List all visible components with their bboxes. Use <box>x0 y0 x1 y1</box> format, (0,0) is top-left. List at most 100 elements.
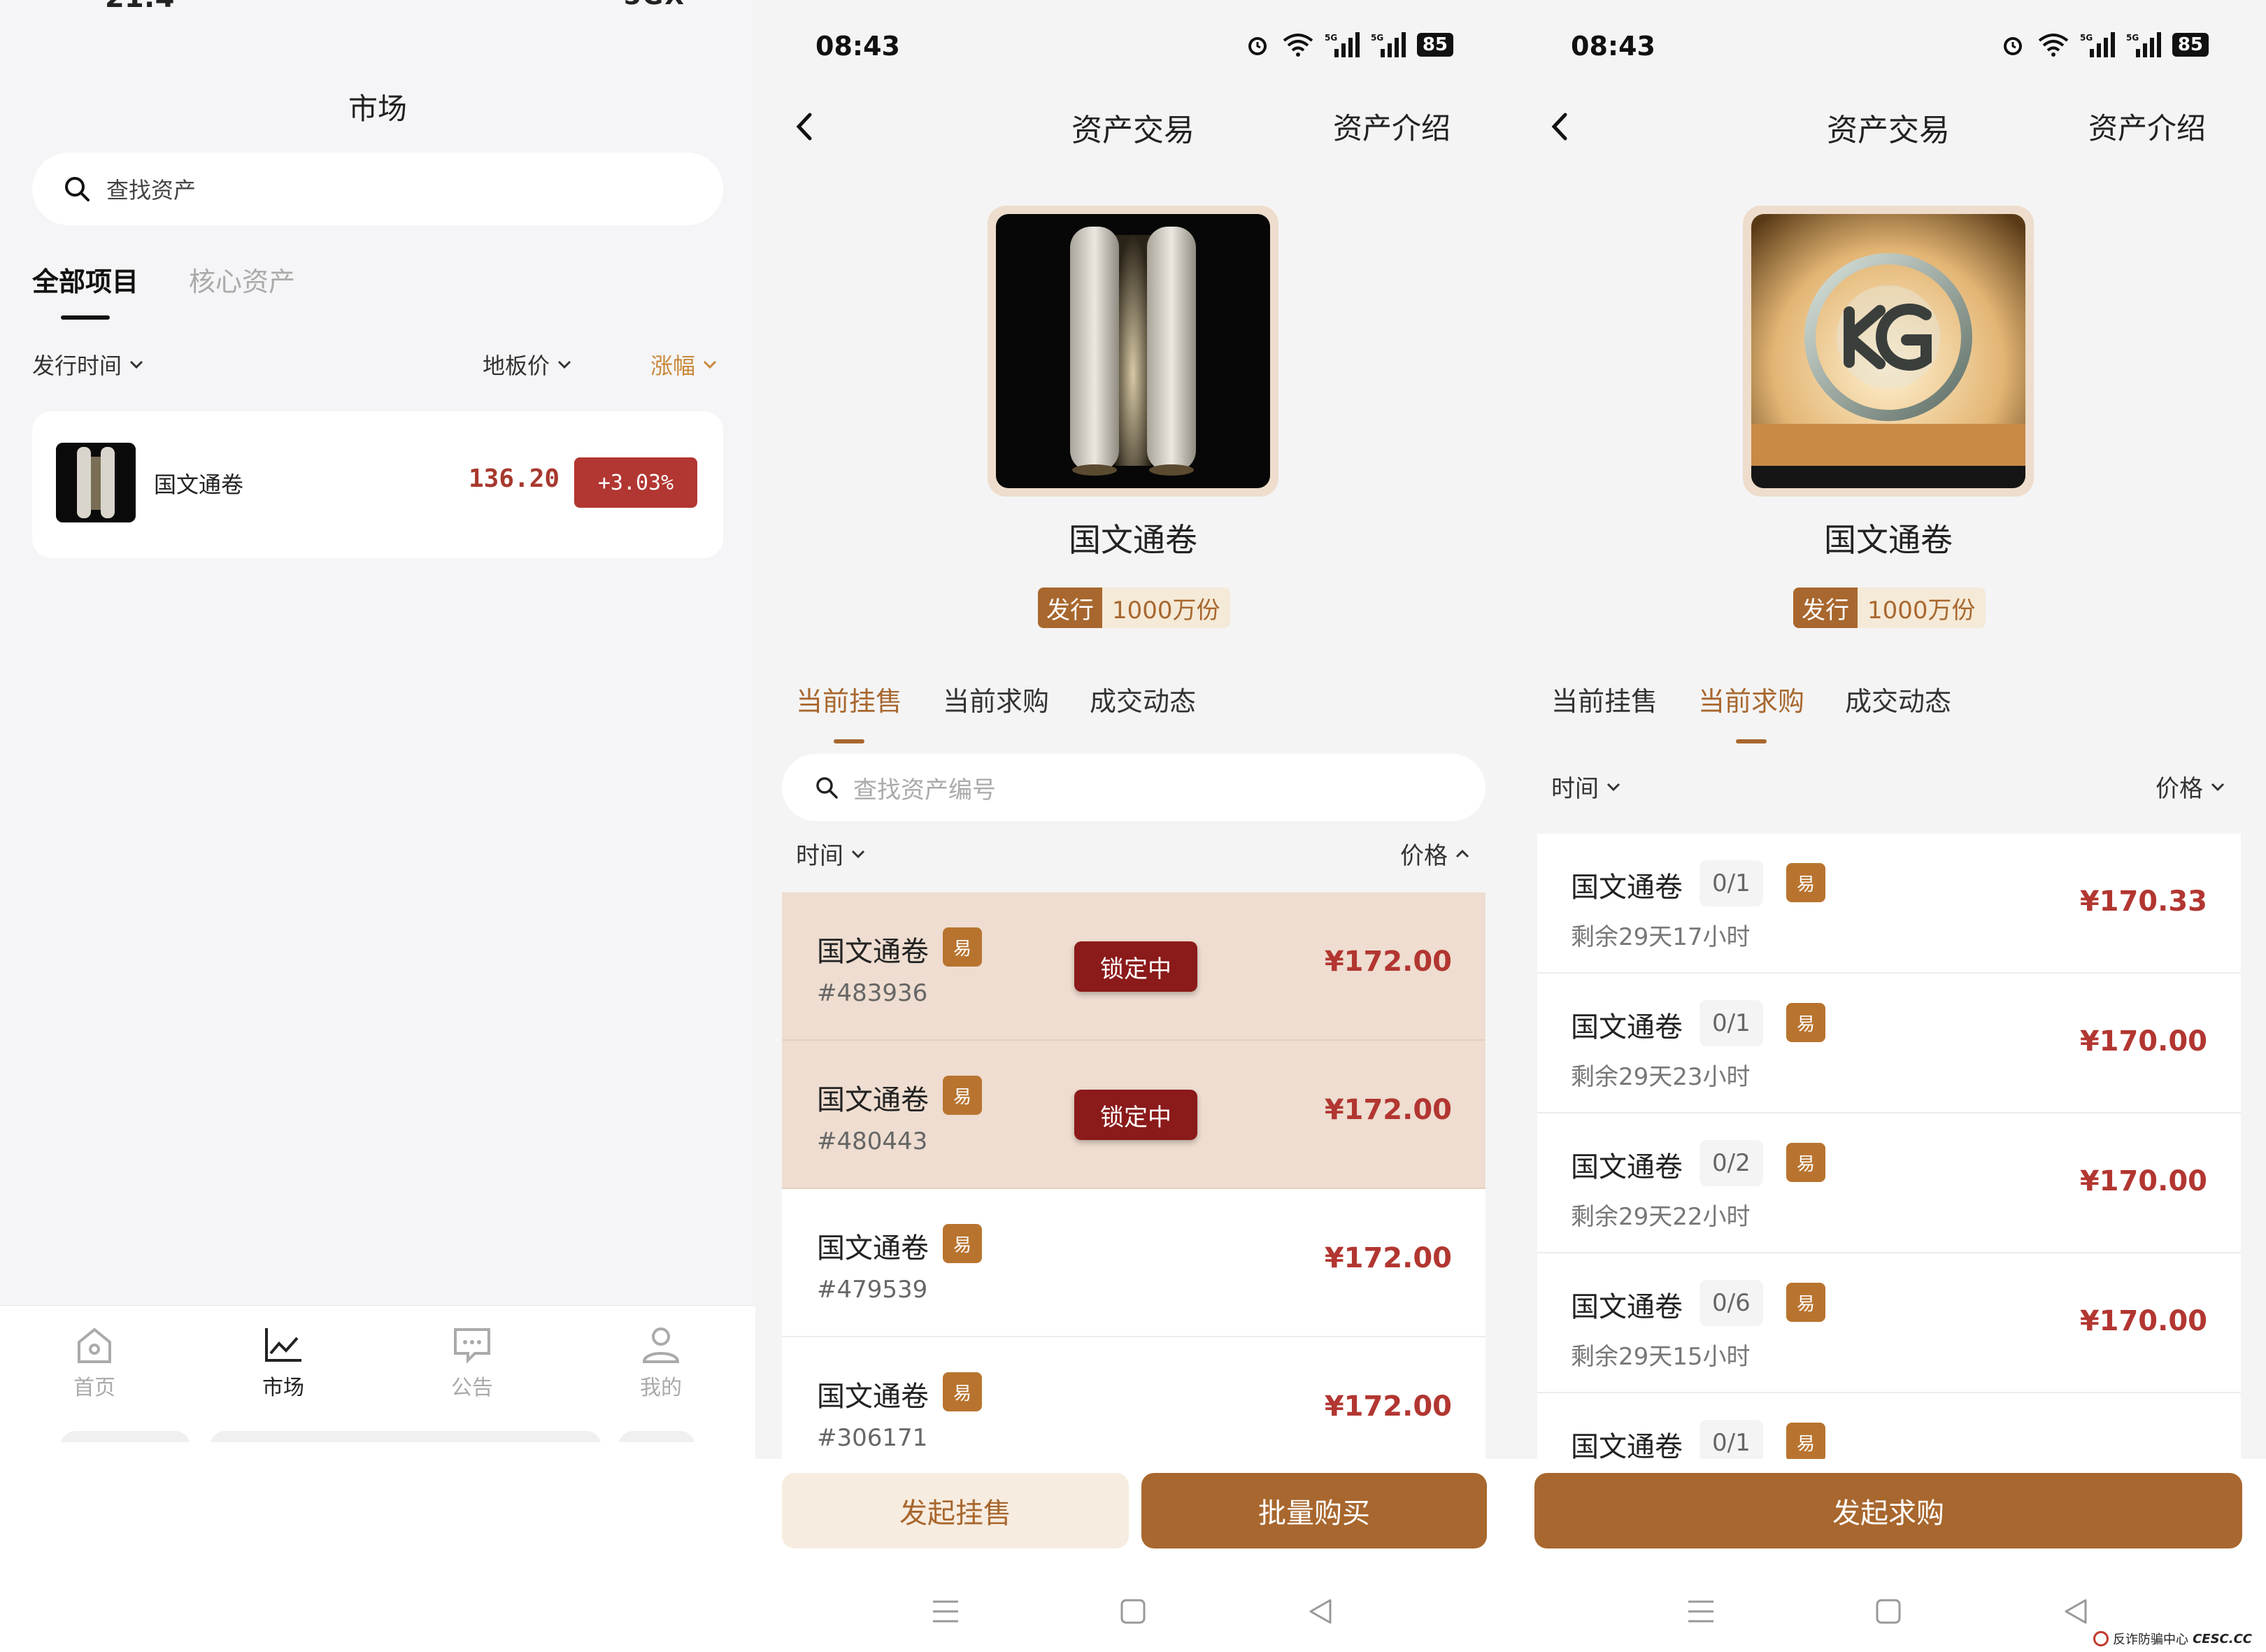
tab-current-listings[interactable]: 当前挂售 <box>796 680 902 743</box>
search-icon <box>816 777 838 799</box>
tab-trade-activity[interactable]: 成交动态 <box>1845 680 1951 743</box>
watermark-text: 反诈防骗中心 <box>2113 1632 2189 1647</box>
listing-name: 国文通卷 <box>817 1381 929 1413</box>
asset-trade-bid-screen: 08:43 5G 5G 85 资产交易 资产介绍 国文通卷 发行 1000万份 … <box>1511 0 2266 1652</box>
bid-price: ¥170.00 <box>2079 1165 2207 1197</box>
listing-price: ¥172.00 <box>1324 1390 1452 1423</box>
listing-price: ¥172.00 <box>1324 946 1452 978</box>
list-item[interactable]: 国文通卷 易 #479539 ¥172.00 <box>782 1189 1485 1337</box>
listing-name: 国文通卷 <box>817 1232 929 1265</box>
top-bar: 资产交易 资产介绍 <box>755 105 1511 148</box>
asset-id-search-input[interactable]: 查找资产编号 <box>782 754 1485 821</box>
bid-quantity: 0/2 <box>1700 1140 1763 1186</box>
chevron-down-icon <box>1606 783 1620 791</box>
batch-buy-button[interactable]: 批量购买 <box>1141 1473 1487 1548</box>
sort-change[interactable]: 涨幅 <box>650 348 718 380</box>
chevron-down-icon <box>703 360 717 369</box>
asset-name: 国文通卷 <box>154 471 244 498</box>
tab-trade-activity[interactable]: 成交动态 <box>1090 680 1196 743</box>
menu-icon[interactable] <box>930 1596 961 1627</box>
trade-tag: 易 <box>943 1224 982 1263</box>
asset-artwork <box>1743 206 2034 497</box>
battery-level: 85 <box>1416 33 1453 57</box>
sort-floor-price[interactable]: 地板价 <box>483 348 572 380</box>
status-time: 08:43 <box>1571 31 1655 62</box>
bid-quantity: 0/6 <box>1700 1280 1763 1326</box>
wifi-icon <box>1283 34 1313 57</box>
list-item[interactable]: 国文通卷 易 #306171 ¥172.00 <box>782 1337 1485 1459</box>
trade-tabs: 当前挂售 当前求购 成交动态 <box>796 680 1196 743</box>
search-placeholder: 查找资产编号 <box>853 776 996 804</box>
nav-announcements[interactable]: 公告 <box>402 1324 542 1401</box>
search-icon <box>65 177 90 201</box>
listing-id: #480443 <box>817 1127 928 1155</box>
svg-text:5G: 5G <box>1325 33 1337 43</box>
bid-price: ¥170.00 <box>2079 1305 2207 1337</box>
issue-value: 1000万份 <box>1102 588 1230 628</box>
nav-profile[interactable]: 我的 <box>591 1324 731 1401</box>
blank-area <box>0 1442 755 1652</box>
search-input[interactable]: 查找资产 <box>32 152 723 225</box>
issue-label: 发行 <box>1038 588 1102 628</box>
asset-trade-sell-screen: 08:43 5G 5G 85 资产交易 资产介绍 国文通卷 发行 1000万份 … <box>755 0 1511 1652</box>
tab-all-projects[interactable]: 全部项目 <box>32 260 138 320</box>
chevron-down-icon <box>851 850 865 858</box>
status-icons: 5G 5G 85 <box>1999 31 2209 59</box>
chevron-down-icon <box>129 360 143 369</box>
issue-badge: 发行 1000万份 <box>1793 588 1986 628</box>
bid-name: 国文通卷 <box>1571 1151 1683 1183</box>
asset-artwork <box>988 206 1278 497</box>
home-square-icon[interactable] <box>1873 1596 1904 1627</box>
back-triangle-icon[interactable] <box>2060 1596 2091 1627</box>
nav-market-label: 市场 <box>262 1376 304 1400</box>
sort-issue-time[interactable]: 发行时间 <box>32 348 144 380</box>
sort-price[interactable]: 价格 <box>2155 769 2225 804</box>
asset-intro-link[interactable]: 资产介绍 <box>2088 105 2206 148</box>
asset-intro-link[interactable]: 资产介绍 <box>1333 105 1451 148</box>
bid-remaining: 剩余29天23小时 <box>1571 1063 1751 1091</box>
list-item[interactable]: 国文通卷 0/1 易 <box>1537 1393 2241 1459</box>
market-screen: 21:4 5GX 市场 查找资产 全部项目 核心资产 发行时间 地板价 涨幅 国… <box>0 0 755 1652</box>
asset-card[interactable]: 国文通卷 136.20 +3.03% <box>32 411 723 558</box>
list-item[interactable]: 国文通卷 0/6 易 剩余29天15小时 ¥170.00 <box>1537 1253 2241 1393</box>
listing-name: 国文通卷 <box>817 1084 929 1116</box>
trade-tag: 易 <box>1786 1143 1825 1182</box>
asset-name: 国文通卷 <box>1069 521 1197 559</box>
tab-core-assets[interactable]: 核心资产 <box>189 260 295 320</box>
back-triangle-icon[interactable] <box>1305 1596 1336 1627</box>
nav-home[interactable]: 首页 <box>24 1324 164 1401</box>
list-item[interactable]: 国文通卷 易 #483936 锁定中 ¥172.00 <box>782 892 1485 1041</box>
tab-current-listings[interactable]: 当前挂售 <box>1551 680 1658 743</box>
status-time: 08:43 <box>815 31 900 62</box>
sort-time[interactable]: 时间 <box>796 836 866 871</box>
list-item[interactable]: 国文通卷 0/2 易 剩余29天22小时 ¥170.00 <box>1537 1113 2241 1253</box>
bid-quantity: 0/1 <box>1700 1420 1763 1459</box>
listing-id: #306171 <box>817 1424 928 1452</box>
signal-icon: 5G <box>2126 32 2161 57</box>
sort-filters: 发行时间 地板价 涨幅 <box>32 348 723 380</box>
list-item[interactable]: 国文通卷 易 #480443 锁定中 ¥172.00 <box>782 1041 1485 1189</box>
listing-id: #479539 <box>817 1276 928 1304</box>
signal-icon: 5G <box>1371 32 1406 57</box>
sort-time[interactable]: 时间 <box>1551 769 1621 804</box>
status-network: 5GX <box>624 0 685 10</box>
home-square-icon[interactable] <box>1118 1596 1148 1627</box>
start-bid-button[interactable]: 发起求购 <box>1534 1473 2242 1548</box>
listing-price: ¥172.00 <box>1324 1242 1452 1274</box>
tab-current-bids[interactable]: 当前求购 <box>1698 680 1804 743</box>
list-item[interactable]: 国文通卷 0/1 易 剩余29天17小时 ¥170.33 <box>1537 834 2241 974</box>
menu-icon[interactable] <box>1686 1596 1716 1627</box>
status-icons: 5G 5G 85 <box>1244 31 1453 59</box>
action-bar: 发起求购 反诈防骗中心 CESC.CC <box>1511 1459 2266 1652</box>
bottom-nav: 首页 市场 公告 我的 <box>0 1305 755 1442</box>
alarm-icon <box>1248 37 1267 55</box>
nav-market[interactable]: 市场 <box>213 1324 353 1401</box>
sort-price[interactable]: 价格 <box>1400 836 1470 871</box>
list-item[interactable]: 国文通卷 0/1 易 剩余29天23小时 ¥170.00 <box>1537 974 2241 1113</box>
asset-price: 136.20 <box>469 464 560 493</box>
start-listing-button[interactable]: 发起挂售 <box>782 1473 1129 1548</box>
tab-current-bids[interactable]: 当前求购 <box>943 680 1049 743</box>
listing-price: ¥172.00 <box>1324 1094 1452 1126</box>
chevron-down-icon <box>557 360 571 369</box>
bid-quantity: 0/1 <box>1700 860 1763 906</box>
